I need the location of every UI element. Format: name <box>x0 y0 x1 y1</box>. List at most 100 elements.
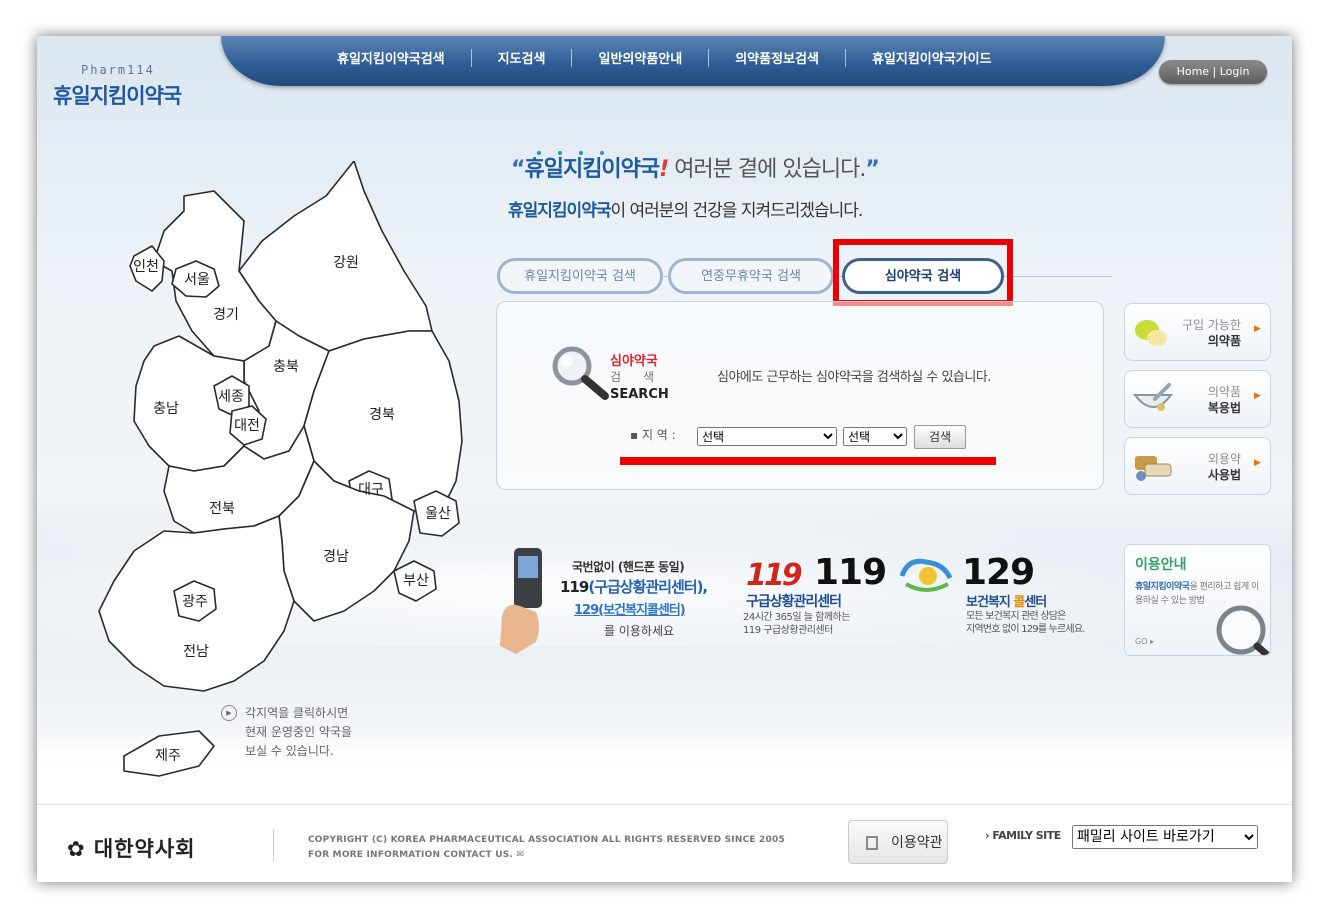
magnifier-icon <box>1216 605 1270 655</box>
korea-map: 인천 서울 강원 경기 충북 충남 세종 대전 경북 대구 전북 울산 경남 광… <box>98 161 463 777</box>
map-label-chungnam: 충남 <box>153 401 179 417</box>
welfare-129-number: 129 <box>962 552 1035 593</box>
map-label-daejeon: 대전 <box>234 418 260 434</box>
guide-title: 이용안내 <box>1135 557 1187 573</box>
map-label-gwangju: 광주 <box>182 594 208 610</box>
slogan-bang: ! <box>659 157 669 182</box>
side-link-dosage[interactable]: 의약품 복용법 ▶ <box>1124 370 1271 428</box>
nav-item-map-search[interactable]: 지도검색 <box>472 48 572 67</box>
nav-item-otc-info[interactable]: 일반의약품안내 <box>572 48 708 67</box>
phone-119: 119 <box>560 578 589 596</box>
quote-open: “ <box>511 157 526 182</box>
play-icon: ▶ <box>221 705 237 721</box>
emergency-119-desc: 24시간 365일 늘 함께하는 119 구급상황관리센터 <box>743 611 850 637</box>
guide-go-link[interactable]: GO ▸ <box>1135 637 1154 646</box>
map-label-jeonnam: 전남 <box>183 644 209 660</box>
copyright-line1: COPYRIGHT (C) KOREA PHARMACEUTICAL ASSOC… <box>308 835 785 845</box>
nav-item-drug-info-search[interactable]: 의약품정보검색 <box>709 48 845 67</box>
map-label-gangwon: 강원 <box>333 255 359 271</box>
side-link-line1: 구입 가능한 <box>1181 318 1241 332</box>
welfare-title-a: 보건복지 <box>966 595 1014 610</box>
nav-item-guide[interactable]: 휴일지킴이약국가이드 <box>846 48 1018 67</box>
map-label-gyeongbuk: 경북 <box>369 407 395 423</box>
logo-korean[interactable]: 휴일지킴이약국 <box>53 80 182 110</box>
map-label-busan: 부산 <box>403 573 429 589</box>
arrow-right-icon: ▶ <box>1254 458 1261 468</box>
map-label-daegu: 대구 <box>358 482 384 498</box>
kpa-logo-text: 대한약사회 <box>93 837 196 861</box>
side-link-external-use[interactable]: 외용약 사용법 ▶ <box>1124 437 1271 495</box>
copyright: COPYRIGHT (C) KOREA PHARMACEUTICAL ASSOC… <box>308 833 785 863</box>
highlight-box <box>833 239 1013 306</box>
search-description: 심야에도 근무하는 심야약국을 검색하실 수 있습니다. <box>717 370 991 385</box>
footer-divider <box>273 829 274 861</box>
page: Pharm114 휴일지킴이약국 휴일지킴이약국검색 지도검색 일반의약품안내 … <box>37 36 1292 882</box>
map-label-gyeongnam: 경남 <box>323 549 349 565</box>
side-link-line2: 복용법 <box>1207 401 1241 415</box>
arrow-right-icon: ▶ <box>1254 324 1261 334</box>
map-label-jeonbuk: 전북 <box>209 501 235 517</box>
terms-label: 이용약관 <box>891 835 943 851</box>
side-link-line1: 의약품 <box>1207 385 1241 399</box>
side-link-line2: 의약품 <box>1207 334 1241 348</box>
phone-line1: 국번없이 (핸드폰 동일) <box>572 560 685 574</box>
map-label-incheon: 인천 <box>133 259 159 275</box>
pill-icon <box>1135 320 1167 346</box>
emergency-119-logo: 119 <box>746 558 803 593</box>
copyright-line2[interactable]: FOR MORE INFORMATION CONTACT US. ✉ <box>308 848 785 863</box>
kpa-logo[interactable]: ✿ 대한약사회 <box>67 833 196 863</box>
map-hint-line2: 현재 운영중인 약국을 <box>245 725 352 739</box>
document-icon <box>866 836 878 850</box>
phone-119-desc: (구급상황관리센터), <box>588 578 708 596</box>
logo-english[interactable]: Pharm114 <box>81 63 155 77</box>
map-hint-line1: 각지역을 클릭하시면 <box>245 706 349 720</box>
phone-icon <box>500 548 542 654</box>
tab-yearround-pharmacy[interactable]: 연중무휴약국 검색 <box>668 258 834 294</box>
map-label-chungbuk: 충북 <box>273 359 299 375</box>
home-login-button[interactable]: Home | Login <box>1159 60 1267 84</box>
side-link-line1: 외용약 <box>1207 452 1241 466</box>
emergency-119-desc2: 119 구급상황관리센터 <box>743 625 833 636</box>
highlight-underline <box>620 457 996 465</box>
usage-guide-box[interactable]: 이용안내 휴일지킴이약국을 편리하고 쉽게 이용하실 수 있는 방법 GO ▸ <box>1124 544 1271 656</box>
map-hint: ▶ 각지역을 클릭하시면 현재 운영중인 약국을 보실 수 있습니다. <box>221 704 352 761</box>
slogan2-brand: 휴일지킴이약국 <box>508 201 611 221</box>
slogan-brand: 휴일지킴이약국 <box>524 157 660 182</box>
main-nav: 휴일지킴이약국검색 지도검색 일반의약품안내 의약품정보검색 휴일지킴이약국가이… <box>221 36 1165 86</box>
welfare-129-desc: 모든 보건복지 관련 상담은 지역번호 없이 129를 누르세요. <box>966 610 1085 636</box>
welfare-title-c: 센터 <box>1024 595 1047 610</box>
family-site-select[interactable]: 패밀리 사이트 바로가기 <box>1072 825 1258 849</box>
flower-icon: ✿ <box>67 837 94 861</box>
region-label: ▪ 지 역 : <box>630 428 676 442</box>
welfare-129-desc1: 모든 보건복지 관련 상담은 <box>966 611 1066 622</box>
search-label-spaced: 검색 <box>610 370 677 384</box>
side-link-purchasable-drugs[interactable]: 구입 가능한 의약품 ▶ <box>1124 303 1271 361</box>
region-select[interactable]: 선택 <box>697 427 837 446</box>
phone-line3: 129(보건복지콜센터) <box>574 603 686 618</box>
guide-desc-brand: 휴일지킴이약국 <box>1135 582 1190 592</box>
search-button[interactable]: 검색 <box>914 425 966 449</box>
arrow-right-icon: ▶ <box>1254 391 1261 401</box>
map-hint-line3: 보실 수 있습니다. <box>245 744 334 758</box>
map-label-jeju: 제주 <box>155 748 181 764</box>
terms-button[interactable]: 이용약관 <box>848 820 948 864</box>
map-label-gyeonggi: 경기 <box>213 307 239 323</box>
slogan-dots <box>537 140 637 174</box>
map-label-sejong: 세종 <box>218 389 244 405</box>
quote-close: ” <box>865 157 880 182</box>
map-label-ulsan: 울산 <box>425 506 451 522</box>
map-label-seoul: 서울 <box>184 272 210 288</box>
welfare-129-desc2: 지역번호 없이 129를 누르세요. <box>966 624 1085 635</box>
phone-line4: 를 이용하세요 <box>604 624 675 638</box>
tab-holiday-pharmacy[interactable]: 휴일지킴이약국 검색 <box>497 258 663 294</box>
district-select[interactable]: 선택 <box>843 427 907 446</box>
slogan2-rest: 이 여러분의 건강을 지켜드리겠습니다. <box>610 201 863 221</box>
slogan-rest: 여러분 곁에 있습니다. <box>668 157 866 182</box>
emergency-119-desc1: 24시간 365일 늘 함께하는 <box>743 612 850 623</box>
nav-item-holiday-search[interactable]: 휴일지킴이약국검색 <box>311 48 471 67</box>
welfare-129-logo <box>899 558 953 592</box>
emergency-info: 국번없이 (핸드폰 동일) 119(구급상황관리센터), 129(보건복지콜센터… <box>496 536 1116 666</box>
mortar-icon <box>1132 383 1174 411</box>
slogan-line2: 휴일지킴이약국이 여러분의 건강을 지켜드리겠습니다. <box>508 196 863 221</box>
family-site-label: › FAMILY SITE <box>985 829 1061 842</box>
